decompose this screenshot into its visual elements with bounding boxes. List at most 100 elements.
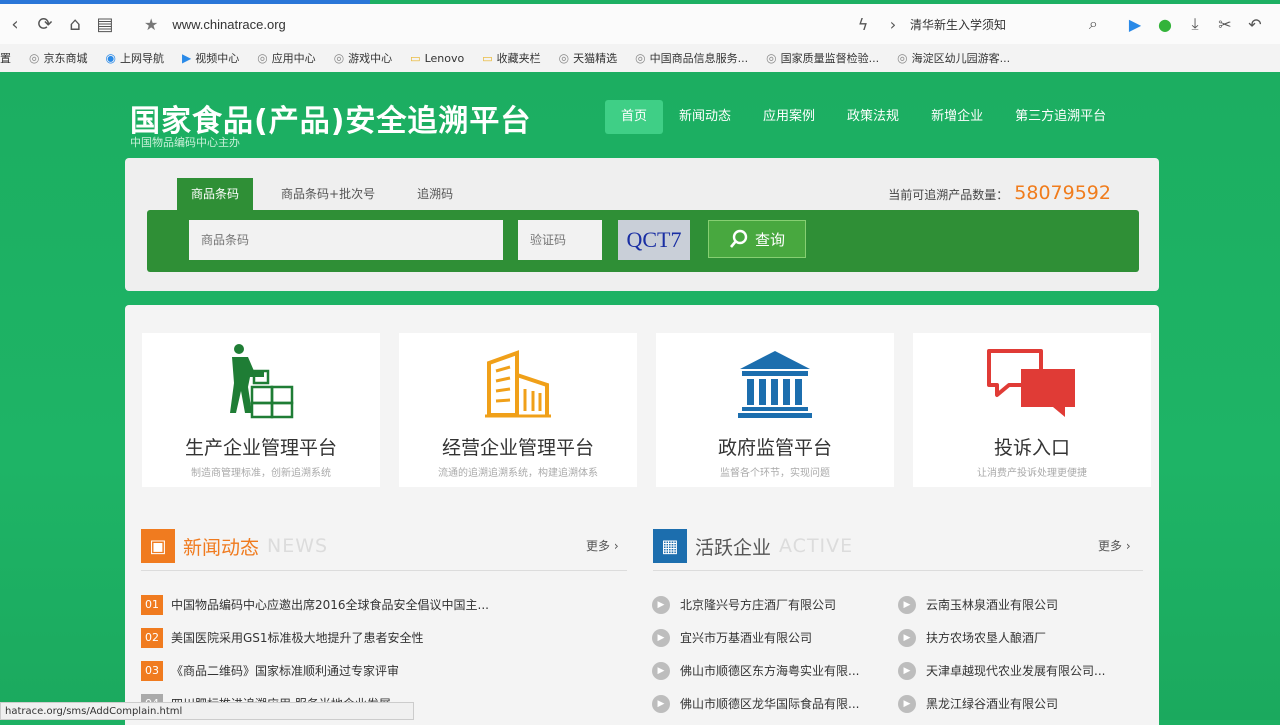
bookmark-item[interactable]: ◉ 上网导航 — [105, 50, 163, 66]
card-title: 投诉入口 — [993, 437, 1070, 459]
enterprise-item[interactable]: ▶ 宜兴市万基酒业有限公司 — [652, 621, 898, 654]
scissors-icon[interactable]: ✂ — [1210, 15, 1240, 34]
card-complaint-entry[interactable]: 投诉入口 让消费产投诉处理更便捷 — [913, 333, 1151, 487]
search-icon[interactable]: ⌕ — [1079, 14, 1108, 34]
bookmark-item[interactable]: ◎ 京东商城 — [29, 50, 87, 66]
browser-toolbar: ‹ ⟳ ⌂ ▤ ★ www.chinatrace.org ϟ › ⌕ ▶ ● ⤓… — [0, 4, 1280, 44]
play-circle-icon: ▶ — [898, 595, 916, 614]
news-more-link[interactable]: 更多 › — [586, 537, 619, 554]
bookmark-item[interactable]: ▭ 收藏夹栏 — [482, 50, 540, 66]
enterprise-name: 佛山市顺德区龙华国际食品有限... — [680, 697, 860, 711]
captcha-input[interactable] — [518, 220, 602, 260]
buildings-icon — [399, 333, 637, 419]
news-title-en: NEWS — [267, 535, 329, 557]
refresh-icon[interactable]: ⟳ — [30, 9, 60, 39]
captcha-image[interactable]: QCT7 — [618, 220, 690, 260]
card-title: 政府监管平台 — [717, 437, 832, 459]
play-circle-icon: ▶ — [652, 661, 670, 680]
bookmark-item[interactable]: ◎ 天猫精选 — [559, 50, 617, 66]
news-index: 03 — [141, 660, 163, 681]
play-circle-icon: ▶ — [652, 694, 670, 713]
globe-icon: ◎ — [29, 51, 40, 65]
play-icon: ▶ — [181, 51, 192, 65]
globe-icon: ◎ — [558, 51, 570, 65]
card-title: 经营企业管理平台 — [441, 437, 594, 459]
bookmark-item[interactable]: 置 — [0, 50, 11, 66]
enterprise-item[interactable]: ▶ 黑龙江绿谷酒业有限公司 — [898, 687, 1144, 720]
query-button-label: 查询 — [754, 230, 785, 249]
card-business-platform[interactable]: 经营企业管理平台 流通的追溯追溯系统，构建追溯体系 — [399, 333, 637, 487]
search-icon — [729, 229, 748, 248]
back-icon[interactable]: ‹ — [0, 9, 30, 39]
enterprise-item[interactable]: ▶ 天津卓越现代农业发展有限公司... — [898, 654, 1144, 687]
enterprise-item[interactable]: ▶ 佛山市顺德区东方海粤实业有限... — [652, 654, 898, 687]
download-icon[interactable]: ⤓ — [1180, 14, 1210, 34]
chevron-right-icon[interactable]: › — [878, 15, 908, 34]
enterprise-item[interactable]: ▶ 扶方农场农垦人酿酒厂 — [898, 621, 1144, 654]
tab-barcode[interactable]: 商品条码 — [177, 178, 254, 210]
address-bar[interactable]: www.chinatrace.org — [172, 17, 285, 32]
nav-news[interactable]: 新闻动态 — [663, 100, 747, 134]
tab-barcode-batch[interactable]: 商品条码+批次号 — [267, 178, 389, 210]
government-building-icon — [656, 333, 894, 419]
news-item[interactable]: 01 中国物品编码中心应邀出席2016全球食品安全倡议中国主... — [141, 588, 621, 621]
news-item[interactable]: 02 美国医院采用GS1标准极大地提升了患者安全性 — [141, 621, 621, 654]
card-producer-platform[interactable]: 生产企业管理平台 制造商管理标准，创新追溯系统 — [142, 333, 380, 487]
home-icon[interactable]: ⌂ — [60, 9, 90, 39]
card-subtitle: 让消费产投诉处理更便捷 — [977, 468, 1087, 479]
lightning-icon[interactable]: ϟ — [848, 15, 878, 34]
enterprise-item[interactable]: ▶ 北京隆兴号方庄酒厂有限公司 — [652, 588, 898, 621]
card-subtitle: 制造商管理标准，创新追溯系统 — [191, 468, 331, 479]
product-count: 当前可追溯产品数量： 58079592 — [888, 182, 1111, 204]
card-government-platform[interactable]: 政府监管平台 监督各个环节，实现问题 — [656, 333, 894, 487]
tab-trace-code[interactable]: 追溯码 — [403, 178, 467, 210]
bookmark-item[interactable]: ◎ 中国商品信息服务... — [635, 50, 748, 66]
nav-cases[interactable]: 应用案例 — [747, 100, 831, 134]
nav-new-enterprises[interactable]: 新增企业 — [915, 100, 999, 134]
search-tabs: 商品条码 商品条码+批次号 追溯码 — [177, 178, 481, 210]
barcode-input[interactable] — [189, 220, 503, 260]
globe-icon: ◎ — [897, 51, 908, 65]
reader-icon[interactable]: ▤ — [90, 9, 120, 39]
chat-icon[interactable]: ● — [1150, 15, 1180, 34]
globe-icon: ◉ — [105, 51, 116, 65]
browser-search-input[interactable] — [908, 16, 1079, 32]
news-item[interactable]: 03 《商品二维码》国家标准顺利通过专家评审 — [141, 654, 621, 687]
news-text: 中国物品编码中心应邀出席2016全球食品安全倡议中国主... — [171, 598, 489, 612]
globe-icon: ◎ — [257, 51, 268, 65]
product-count-value: 58079592 — [1014, 182, 1111, 204]
bookmark-item[interactable]: ◎ 应用中心 — [257, 50, 315, 66]
play-circle-icon: ▶ — [652, 628, 670, 647]
site-logo-subtitle: 中国物品编码中心主办 — [130, 136, 240, 149]
undo-icon[interactable]: ↶ — [1240, 15, 1270, 34]
news-icon: ▣ — [141, 529, 175, 563]
play-icon[interactable]: ▶ — [1120, 15, 1150, 34]
bookmark-item[interactable]: ◎ 游戏中心 — [334, 50, 392, 66]
bookmark-item[interactable]: ◎ 国家质量监督检验... — [766, 50, 879, 66]
globe-icon: ◎ — [766, 51, 777, 65]
main-nav: 首页 新闻动态 应用案例 政策法规 新增企业 第三方追溯平台 — [605, 100, 1122, 134]
bookmark-item[interactable]: ▭ Lenovo — [410, 52, 464, 65]
bookmark-item[interactable]: ▶ 视频中心 — [182, 50, 239, 66]
news-index: 02 — [141, 627, 163, 648]
bookmark-item[interactable]: ◎ 海淀区幼儿园游客... — [897, 50, 1010, 66]
nav-third-party[interactable]: 第三方追溯平台 — [999, 100, 1122, 134]
query-button[interactable]: 查询 — [708, 220, 806, 258]
enterprise-name: 云南玉林泉酒业有限公司 — [926, 598, 1059, 612]
enterprise-name: 扶方农场农垦人酿酒厂 — [926, 631, 1047, 645]
play-circle-icon: ▶ — [652, 595, 670, 614]
nav-home[interactable]: 首页 — [605, 100, 664, 134]
card-title: 生产企业管理平台 — [184, 437, 337, 459]
card-subtitle: 流通的追溯追溯系统，构建追溯体系 — [438, 468, 598, 479]
favorite-star-icon[interactable]: ★ — [144, 15, 158, 34]
news-list: 01 中国物品编码中心应邀出席2016全球食品安全倡议中国主... 02 美国医院采… — [141, 588, 621, 720]
enterprise-item[interactable]: ▶ 佛山市顺德区龙华国际食品有限... — [652, 687, 898, 720]
bookmarks-bar: 置 ◎ 京东商城 ◉ 上网导航 ▶ 视频中心 ◎ 应用中心 ◎ 游戏中心 ▭ Lenovo … — [0, 44, 1280, 73]
browser-search: ⌕ — [908, 10, 1108, 38]
news-index: 01 — [141, 594, 163, 615]
nav-policy[interactable]: 政策法规 — [831, 100, 915, 134]
play-circle-icon: ▶ — [898, 661, 916, 680]
enterprise-item[interactable]: ▶ 云南玉林泉酒业有限公司 — [898, 588, 1144, 621]
active-more-link[interactable]: 更多 › — [1098, 537, 1131, 554]
product-count-label: 当前可追溯产品数量： — [888, 188, 1009, 202]
